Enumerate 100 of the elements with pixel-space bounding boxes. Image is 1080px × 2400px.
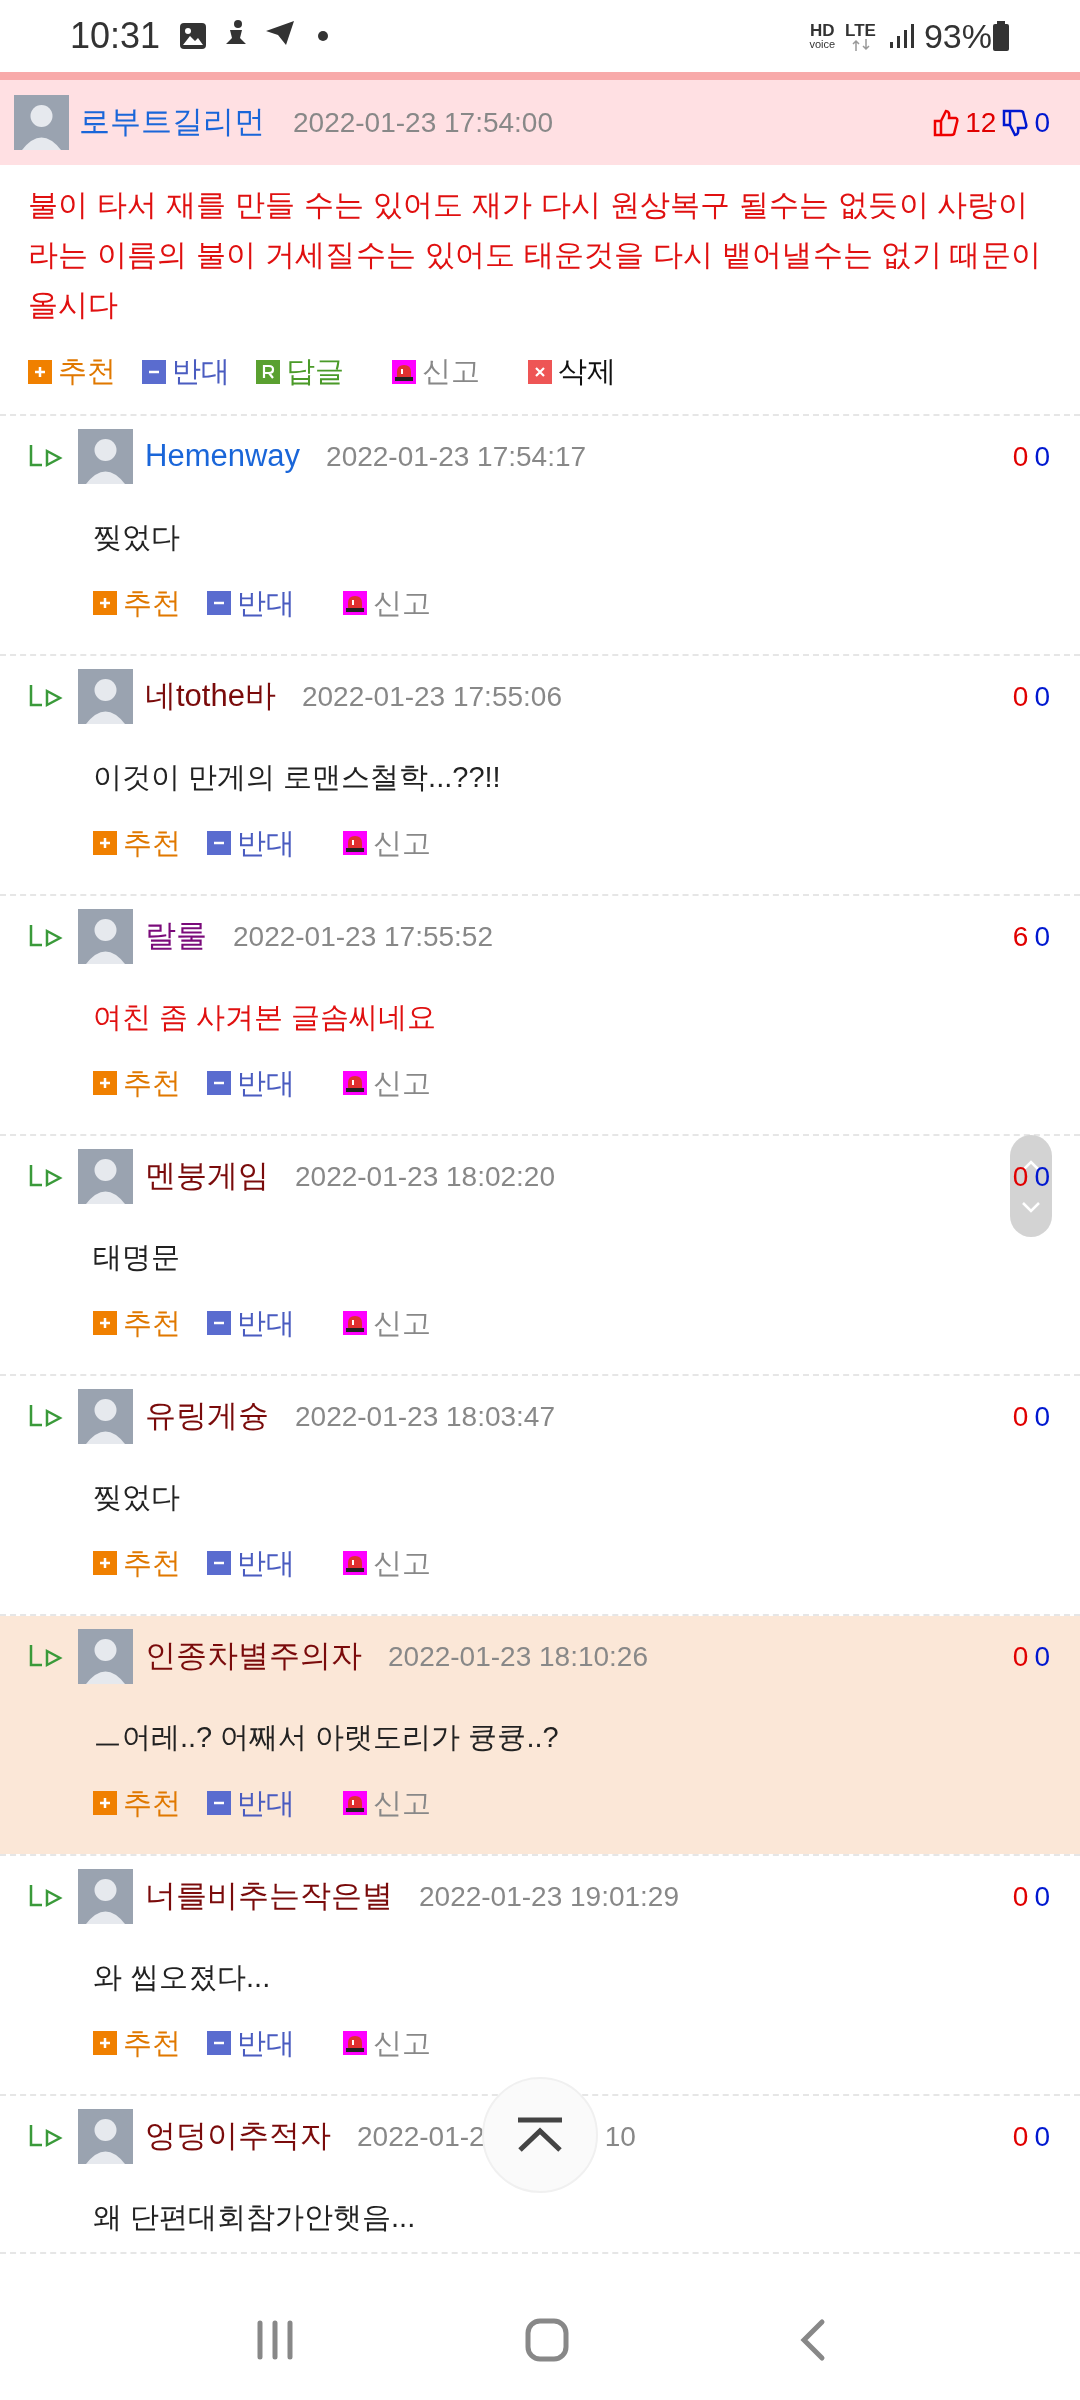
minus-icon — [207, 1071, 231, 1096]
upvote-count: 0 — [1012, 1879, 1029, 1914]
report-button[interactable]: 신고 — [343, 2021, 431, 2065]
comment-time: 10 — [604, 2119, 636, 2154]
scroll-top-icon — [516, 2117, 564, 2153]
upvote-count: 6 — [1012, 919, 1029, 954]
plus-icon — [28, 359, 52, 384]
comment-text: ㅡ어레..? 어째서 아랫도리가 큥큥..? — [93, 1720, 559, 1753]
author-name[interactable]: 유링게슝 — [145, 1393, 269, 1440]
avatar-icon — [78, 669, 133, 724]
oppose-button[interactable]: 반대 — [207, 1541, 295, 1585]
author-name[interactable]: Hemenway — [145, 433, 301, 480]
reply-icon — [256, 359, 280, 384]
voice-label: voice — [809, 39, 836, 50]
plus-icon — [93, 1551, 117, 1576]
oppose-button[interactable]: 반대 — [142, 350, 230, 394]
data-arrows-icon — [850, 38, 871, 51]
chevron-down-icon — [1021, 1200, 1041, 1213]
oppose-button[interactable]: 반대 — [207, 581, 295, 625]
dot-icon — [318, 31, 329, 41]
send-icon — [264, 18, 297, 47]
oppose-button[interactable]: 반대 — [207, 1781, 295, 1825]
avatar-icon — [78, 909, 133, 964]
recommend-button[interactable]: 추천 — [93, 821, 181, 865]
recommend-button[interactable]: 추천 — [93, 2021, 181, 2065]
author-name[interactable]: 랄룰 — [145, 913, 207, 960]
avatar-icon — [78, 1629, 133, 1684]
plus-icon — [93, 1311, 117, 1336]
avatar-icon — [78, 1149, 133, 1204]
avatar-icon — [78, 1389, 133, 1444]
recommend-button[interactable]: 추천 — [93, 581, 181, 625]
downvote-count: 0 — [1034, 105, 1050, 140]
author-name[interactable]: 인종차별주의자 — [145, 1633, 362, 1680]
comment-date: 2022-01-2 — [357, 2119, 485, 2154]
recommend-button[interactable]: 추천 — [93, 1061, 181, 1105]
delete-button[interactable]: 삭제 — [528, 350, 616, 394]
report-button[interactable]: 신고 — [343, 1301, 431, 1345]
avatar-icon — [78, 2109, 133, 2164]
comment-text: 이것이 만게의 로맨스철학...??!! — [93, 760, 501, 793]
upvote-count: 0 — [1012, 1639, 1029, 1674]
avatar-icon — [78, 429, 133, 484]
author-name[interactable]: 멘붕게임 — [145, 1153, 269, 1200]
close-icon — [528, 359, 552, 384]
comment-date: 2022-01-23 17:55:52 — [233, 919, 493, 954]
comment-text: 태명문 — [93, 1240, 180, 1273]
reply-button[interactable]: 답글 — [256, 350, 344, 394]
siren-icon — [343, 1551, 367, 1576]
comment-date: 2022-01-23 17:55:06 — [301, 679, 562, 714]
report-button[interactable]: 신고 — [343, 581, 431, 625]
oppose-button[interactable]: 반대 — [207, 1061, 295, 1105]
battery-icon — [992, 21, 1010, 51]
hd-label: HD — [809, 22, 835, 39]
report-button[interactable]: 신고 — [343, 1061, 431, 1105]
minus-icon — [207, 2031, 231, 2056]
image-icon — [178, 21, 209, 51]
upvote-count: 0 — [1012, 2119, 1029, 2154]
upvote-count: 0 — [1012, 679, 1029, 714]
report-button[interactable]: 신고 — [343, 821, 431, 865]
plus-icon — [93, 1791, 117, 1816]
report-button[interactable]: 신고 — [392, 350, 480, 394]
oppose-button[interactable]: 반대 — [207, 1301, 295, 1345]
author-name[interactable]: 너를비추는작은별 — [145, 1873, 393, 1920]
downvote-count: 0 — [1034, 439, 1050, 474]
upvote-count: 0 — [1012, 439, 1029, 474]
siren-icon — [343, 1071, 367, 1096]
comment-text: 찢었다 — [93, 520, 180, 553]
recommend-button[interactable]: 추천 — [28, 350, 116, 394]
minus-icon — [207, 1791, 231, 1816]
author-name[interactable]: 로부트길리먼 — [79, 99, 265, 146]
post-date: 2022-01-23 17:54:00 — [293, 105, 553, 140]
comment-date: 2022-01-23 18:10:26 — [388, 1639, 648, 1674]
minus-icon — [207, 1551, 231, 1576]
downvote-count: 0 — [1034, 1159, 1050, 1194]
comment-text: 찢었다 — [93, 1480, 180, 1513]
recommend-button[interactable]: 추천 — [93, 1781, 181, 1825]
clock: 10:31 — [70, 14, 161, 58]
downvote-count: 0 — [1034, 919, 1050, 954]
minus-icon — [207, 1311, 231, 1336]
recommend-button[interactable]: 추천 — [93, 1301, 181, 1345]
comment-text: 왜 단편대회참가안햇음... — [93, 2200, 416, 2233]
avatar-icon — [14, 95, 69, 150]
downvote-count: 0 — [1034, 1399, 1050, 1434]
oppose-button[interactable]: 반대 — [207, 821, 295, 865]
author-name[interactable]: 엉덩이추적자 — [145, 2113, 331, 2160]
comment-text: 불이 타서 재를 만들 수는 있어도 재가 다시 원상복구 될수는 없듯이 사랑이라는 이름의 불이 거세질수는 있어도 태운것을 다시 뱉어낼수는 없기 때문이올시다 — [28, 187, 1042, 323]
downvote-count: 0 — [1034, 1639, 1050, 1674]
recommend-button[interactable]: 추천 — [93, 1541, 181, 1585]
upvote-count: 0 — [1012, 1399, 1029, 1434]
siren-icon — [343, 591, 367, 616]
scroll-handle[interactable] — [1010, 1135, 1052, 1237]
oppose-button[interactable]: 반대 — [207, 2021, 295, 2065]
comment-date: 2022-01-23 19:01:29 — [419, 1879, 679, 1914]
report-button[interactable]: 신고 — [343, 1781, 431, 1825]
home-icon[interactable] — [525, 2318, 569, 2362]
signal-icon — [887, 22, 916, 50]
siren-icon — [343, 2031, 367, 2056]
report-button[interactable]: 신고 — [343, 1541, 431, 1585]
author-name[interactable]: 네tothe바 — [145, 673, 276, 720]
battery-percent: 93% — [923, 15, 992, 57]
avatar-icon — [78, 1869, 133, 1924]
